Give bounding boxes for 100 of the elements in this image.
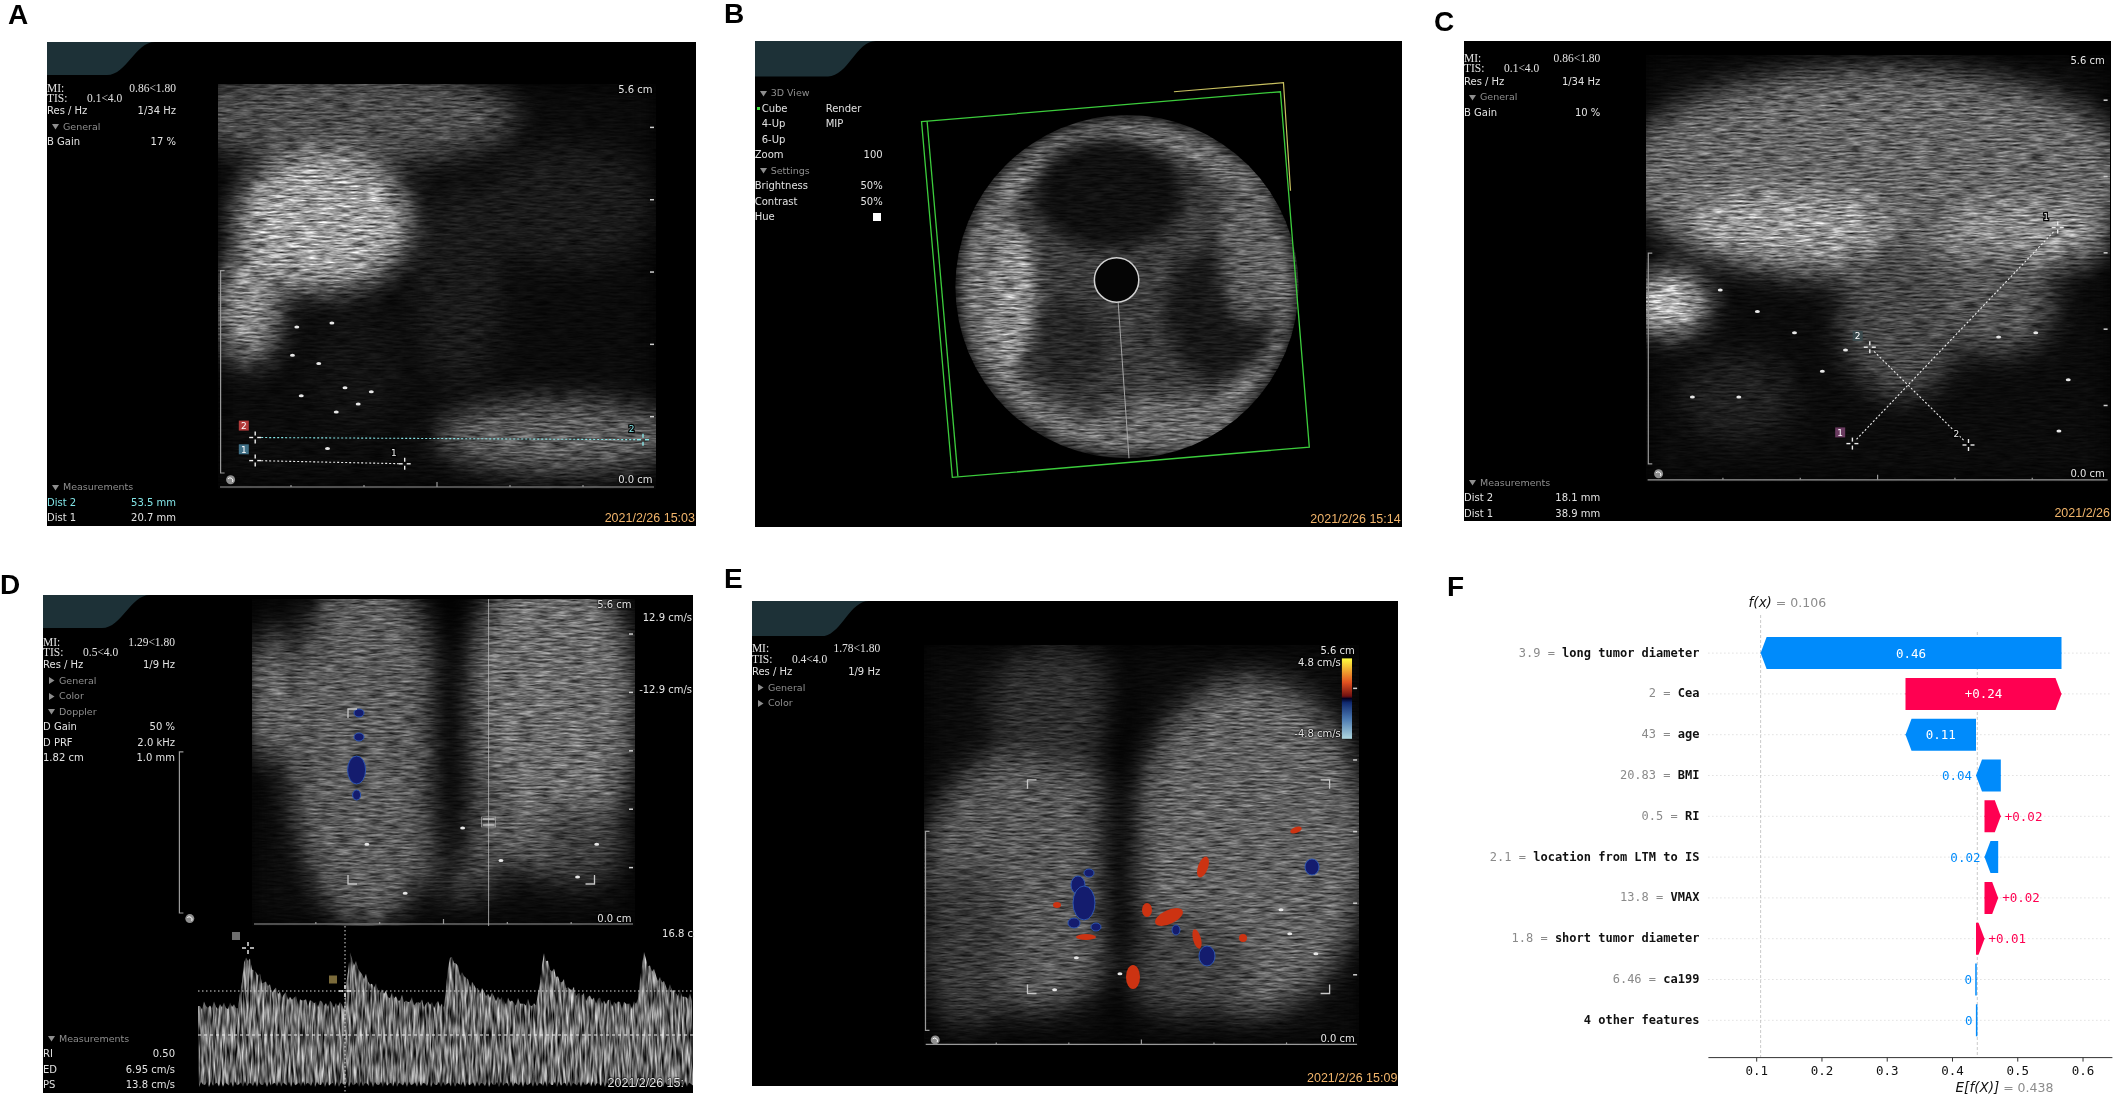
readout-label: Res / Hz bbox=[43, 659, 84, 672]
param-label: D Gain bbox=[43, 721, 77, 734]
velocity-scale-label: 12.9 cm/s bbox=[642, 611, 692, 624]
waterfall-bar bbox=[1905, 718, 1977, 751]
feature-label: 2.1 = location from LTM to IS bbox=[1488, 848, 1700, 866]
feature-label: 3.9 = long tumor diameter bbox=[1517, 644, 1700, 662]
feature-label: 1.8 = short tumor diameter bbox=[1510, 930, 1700, 948]
readout-label: MI: bbox=[1464, 53, 1482, 64]
readout-value: 1/9 Hz bbox=[142, 659, 175, 672]
depth-label: 5.6 cm bbox=[1320, 645, 1355, 657]
param-label: Hue bbox=[754, 211, 775, 224]
readout-label: MI: bbox=[43, 636, 61, 647]
readout-label: TIS: bbox=[751, 653, 774, 665]
crosshair-icon bbox=[241, 941, 255, 955]
caliper-label: 1 bbox=[2043, 211, 2049, 222]
feature-label: 4 other features bbox=[1582, 1011, 1700, 1029]
depth-label: 0.0 cm bbox=[2070, 468, 2105, 480]
readout-value: 1/9 Hz bbox=[848, 666, 881, 679]
section-heading: 3D View bbox=[770, 87, 810, 100]
measurement-label: Dist 2 bbox=[1464, 492, 1494, 505]
readout-label: Res / Hz bbox=[751, 666, 793, 679]
waterfall-bar bbox=[1975, 1004, 1978, 1037]
feature-label: 20.83 = BMI bbox=[1618, 767, 1700, 785]
param-label: Zoom bbox=[754, 149, 784, 162]
measurement-value: 53.5 mm bbox=[131, 496, 176, 509]
readout-value: 0.4<4.0 bbox=[791, 653, 828, 665]
section-heading: Doppler bbox=[59, 705, 97, 718]
param-label: B Gain bbox=[47, 136, 81, 149]
waterfall-bar bbox=[1975, 759, 2002, 792]
waterfall-bar bbox=[1984, 800, 2002, 833]
measurement-value: 6.95 cm/s bbox=[125, 1063, 175, 1076]
panel-label: E bbox=[724, 565, 743, 593]
measurement-label: PS bbox=[43, 1079, 56, 1092]
depth-label: 0.0 cm bbox=[618, 473, 653, 486]
readout-value: 1.29<1.80 bbox=[128, 636, 175, 647]
section-heading: General bbox=[63, 120, 101, 133]
section-heading: Measurements bbox=[63, 481, 134, 494]
readout-label: TIS: bbox=[1464, 63, 1486, 74]
depth-label: 5.6 cm bbox=[597, 598, 632, 611]
output-value-label: f(x) = 0.106 bbox=[1748, 592, 1827, 612]
axis-tick-label: 0.4 bbox=[1941, 1062, 1964, 1078]
caliper-tag-icon bbox=[329, 975, 337, 984]
roi-corner-icon bbox=[1026, 983, 1038, 994]
param-label: B Gain bbox=[1464, 106, 1498, 119]
value-label: 0 bbox=[1965, 1012, 1973, 1028]
caliper-label: 1 bbox=[390, 448, 397, 459]
measurement-label: Dist 1 bbox=[47, 512, 77, 525]
param-value: 50% bbox=[860, 195, 883, 208]
panel-label: A bbox=[8, 1, 29, 29]
param-value: 10 % bbox=[1574, 106, 1601, 119]
measurement-value: 0.50 bbox=[152, 1048, 175, 1061]
caliper-tag: 1 bbox=[238, 444, 249, 455]
waterfall-bar bbox=[1975, 922, 1985, 955]
readout-value: 0.1<4.0 bbox=[1504, 63, 1540, 74]
measurement-label: Dist 2 bbox=[47, 496, 77, 509]
param-value: 1.0 mm bbox=[136, 752, 175, 765]
section-heading: General bbox=[59, 674, 97, 687]
panel-label: C bbox=[1434, 8, 1455, 36]
measurement-value: 38.9 mm bbox=[1555, 507, 1601, 520]
velocity-scale-label: -4.8 cm/s bbox=[1294, 727, 1341, 740]
param-value: 50% bbox=[860, 180, 883, 193]
measurement-value: 20.7 mm bbox=[131, 512, 176, 525]
base-value-label: E[f(X)] = 0.438 bbox=[1955, 1077, 2054, 1097]
value-label: 0.02 bbox=[1950, 849, 1981, 865]
depth-label: 0.0 cm bbox=[597, 912, 632, 925]
axis-tick-label: 0.5 bbox=[2006, 1062, 2030, 1078]
crosshair-icon bbox=[1961, 438, 1976, 452]
value-label: +0.01 bbox=[1988, 931, 2027, 947]
option-value: Render bbox=[825, 102, 862, 115]
panel-label: F bbox=[1447, 573, 1465, 601]
measurement-label: RI bbox=[43, 1048, 53, 1061]
waterfall-bar bbox=[1984, 841, 1999, 874]
feature-label: 2 = Cea bbox=[1647, 685, 1700, 703]
section-heading: General bbox=[767, 681, 806, 694]
readout-label: TIS: bbox=[43, 647, 65, 658]
depth-label: 5.6 cm bbox=[2070, 55, 2105, 68]
timestamp: 2021/2/26 15:03 bbox=[604, 510, 695, 526]
orientation-marker-icon bbox=[1654, 469, 1664, 479]
axis-tick-label: 0.3 bbox=[1875, 1062, 1899, 1078]
crosshair-icon bbox=[1863, 340, 1877, 355]
section-heading: Measurements bbox=[1480, 476, 1551, 489]
roi-corner-icon bbox=[347, 874, 358, 885]
readout-value: 0.86<1.80 bbox=[129, 82, 176, 93]
orientation-marker-icon bbox=[226, 475, 236, 485]
roi-corner-icon bbox=[584, 874, 596, 885]
value-label: 0.04 bbox=[1941, 768, 1972, 783]
roi-corner-icon bbox=[347, 708, 358, 719]
value-label: +0.02 bbox=[2004, 808, 2043, 824]
section-heading: General bbox=[1480, 91, 1518, 104]
crosshair-icon bbox=[636, 433, 650, 447]
section-heading: Settings bbox=[770, 164, 810, 177]
value-label: +0.24 bbox=[1964, 686, 2003, 702]
readout-value: 0.5<4.0 bbox=[83, 647, 119, 658]
param-value: 17 % bbox=[150, 136, 176, 149]
crosshair-icon bbox=[398, 457, 412, 471]
value-label: 0.46 bbox=[1896, 645, 1927, 661]
param-value: 50 % bbox=[149, 721, 175, 734]
readout-value: 0.1<4.0 bbox=[87, 93, 123, 104]
measurement-value: 18.1 mm bbox=[1555, 492, 1601, 505]
axis-tick-label: 0.6 bbox=[2071, 1062, 2095, 1078]
